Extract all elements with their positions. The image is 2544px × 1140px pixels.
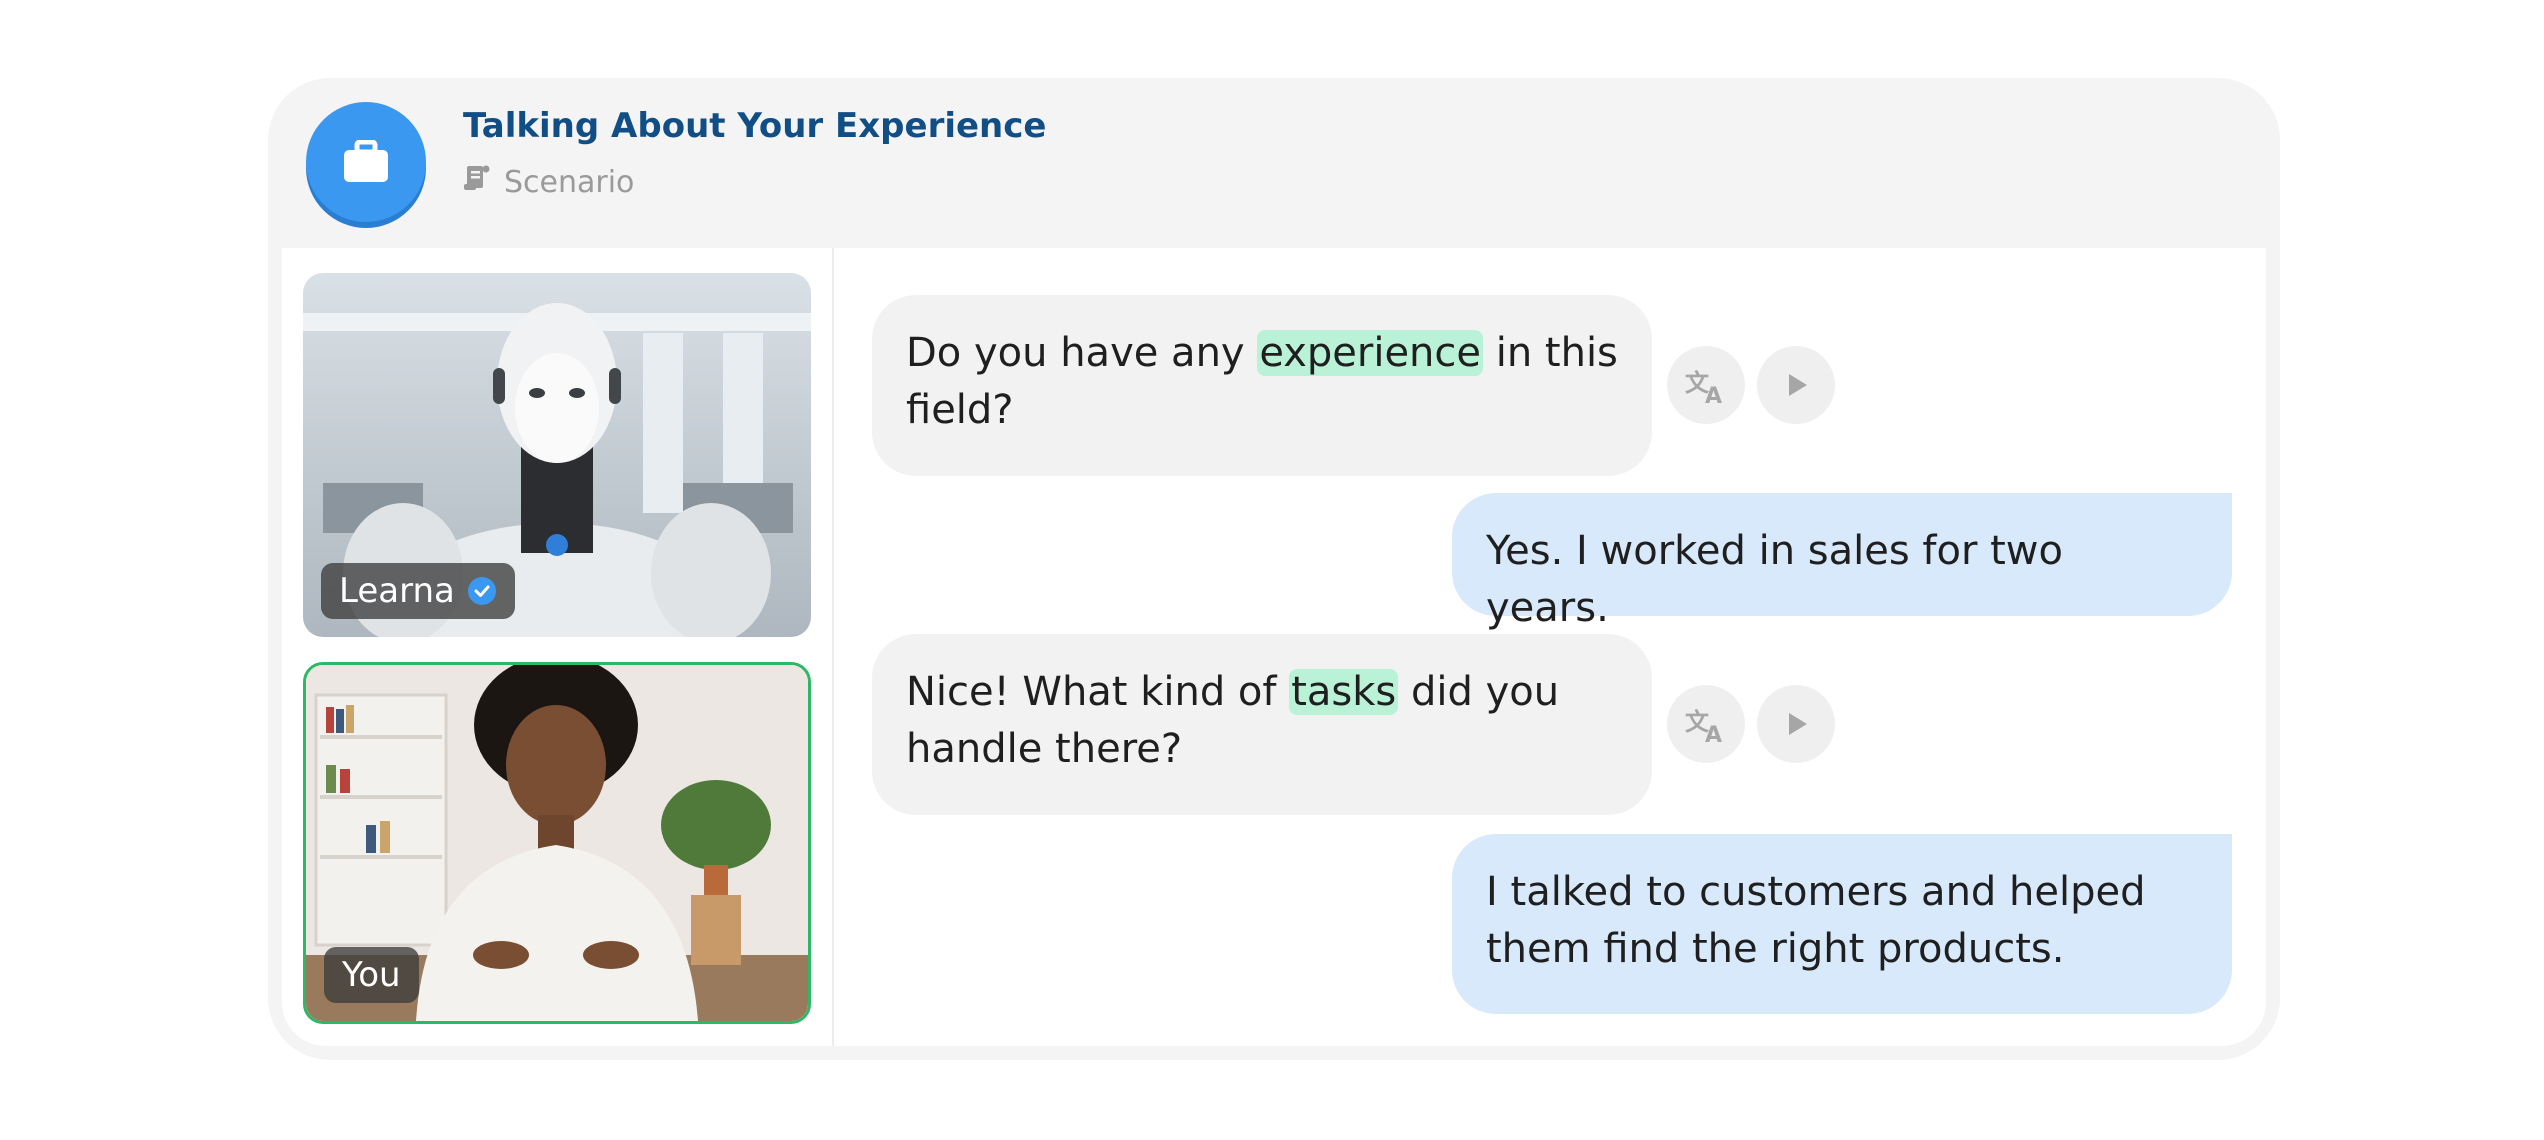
- message-text: Do you have any: [906, 330, 1258, 376]
- play-icon: [1789, 374, 1807, 396]
- ai-name: Learna: [339, 571, 455, 611]
- user-message-bubble: Yes. I worked in sales for two years.: [1452, 493, 2232, 631]
- scroll-icon: [464, 164, 490, 200]
- message-text: Yes. I worked in sales for two years.: [1486, 528, 2063, 631]
- ai-message-bubble: Do you have any experience in this field…: [872, 295, 1652, 476]
- user-video-feed: You: [303, 662, 811, 1024]
- translate-button[interactable]: 文 A: [1667, 685, 1745, 763]
- translate-icon: 文 A: [1685, 369, 1722, 405]
- panel-divider: [832, 248, 834, 1046]
- scenario-label: Scenario: [504, 164, 635, 200]
- highlighted-word[interactable]: tasks: [1289, 669, 1399, 715]
- user-name-tag: You: [324, 947, 419, 1003]
- scenario-subtitle: Scenario: [464, 164, 634, 200]
- translate-icon: 文 A: [1685, 708, 1722, 744]
- play-button[interactable]: [1757, 346, 1835, 424]
- briefcase-icon: [306, 102, 426, 222]
- play-button[interactable]: [1757, 685, 1835, 763]
- message-text: I talked to customers and helped them fi…: [1486, 869, 2146, 972]
- ai-video-feed: Learna: [303, 273, 811, 637]
- scenario-title: Talking About Your Experience: [463, 106, 1047, 146]
- verified-check-icon: [467, 576, 497, 606]
- user-message-bubble: I talked to customers and helped them fi…: [1452, 834, 2232, 1014]
- ai-message-bubble: Nice! What kind of tasks did you handle …: [872, 634, 1652, 815]
- message-text: Nice! What kind of: [906, 669, 1290, 715]
- ai-name-tag: Learna: [321, 563, 515, 619]
- svg-text:A: A: [1705, 384, 1722, 405]
- highlighted-word[interactable]: experience: [1257, 330, 1484, 376]
- play-icon: [1789, 713, 1807, 735]
- user-name: You: [342, 955, 401, 995]
- translate-button[interactable]: 文 A: [1667, 346, 1745, 424]
- svg-text:A: A: [1705, 723, 1722, 744]
